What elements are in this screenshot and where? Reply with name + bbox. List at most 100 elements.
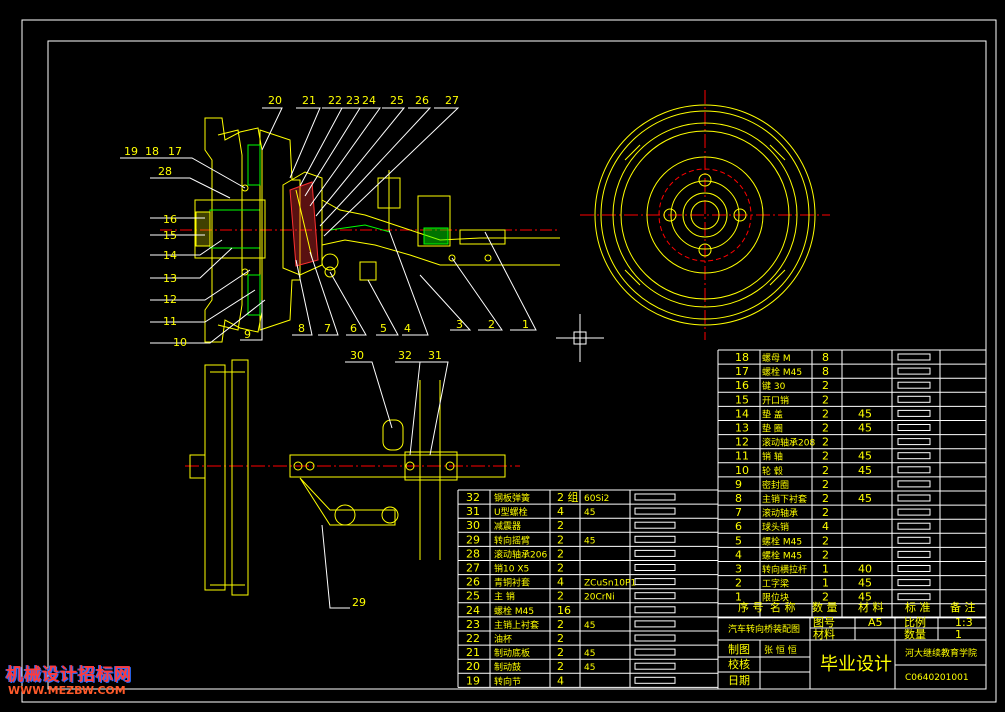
std-box (897, 409, 931, 417)
part-name: 销 轴 (762, 451, 783, 463)
part-name: 主 销 (494, 591, 515, 603)
part-no: 30 (466, 519, 480, 532)
std-box (897, 438, 931, 446)
balloon-number: 4 (404, 322, 411, 335)
std-box (634, 521, 676, 529)
std-box (634, 662, 676, 670)
part-no: 28 (466, 547, 480, 560)
part-no: 13 (735, 422, 749, 435)
header-no: 序 号 (738, 600, 764, 614)
part-name: 滚动轴承 (762, 507, 798, 519)
parts-list-right-grid (717, 349, 987, 619)
part-name: 螺母 M (762, 353, 791, 364)
part-name: 主销下衬套 (762, 493, 807, 505)
std-box (634, 493, 676, 501)
part-no: 24 (466, 604, 480, 617)
part-no: 15 (735, 393, 749, 406)
cad-canvas[interactable]: 20 21 22 23 24 25 26 27 19 18 172816151413121110 … (0, 0, 1005, 712)
part-no: 11 (735, 450, 749, 463)
part-material: 40 (858, 563, 872, 576)
part-name: 转向节 (494, 675, 521, 687)
part-no: 5 (735, 534, 742, 547)
part-no: 27 (466, 562, 480, 575)
balloon-number: 27 (445, 94, 459, 107)
part-qty: 2 (822, 450, 829, 463)
part-material: 45 (584, 621, 595, 631)
header-note: 备 注 (950, 600, 976, 614)
part-qty: 2 (557, 533, 564, 546)
part-name: 螺栓 M45 (762, 549, 802, 561)
std-box (897, 508, 931, 516)
part-qty: 2 (822, 393, 829, 406)
part-material: 45 (858, 450, 872, 463)
part-material: 45 (858, 492, 872, 505)
part-material: 20CrNi (584, 593, 615, 603)
std-box (897, 466, 931, 474)
part-name: 键 30 (762, 380, 786, 392)
part-qty: 2 (822, 506, 829, 519)
part-qty: 4 (557, 505, 564, 518)
part-no: 2 (735, 577, 742, 590)
balloon-number: 31 (428, 349, 442, 362)
header-name: 名 称 (770, 600, 796, 614)
part-name: 制动鼓 (494, 661, 521, 673)
balloon-number: 22 (328, 94, 342, 107)
balloon-number: 9 (244, 328, 251, 341)
drawing-code: C0640201001 (905, 673, 969, 683)
part-name: 滚动轴承206 (494, 548, 547, 560)
std-box (897, 536, 931, 544)
part-name: 垫 圈 (762, 423, 783, 435)
balloon-number: 24 (362, 94, 376, 107)
part-no: 3 (735, 563, 742, 576)
part-qty: 2 (822, 492, 829, 505)
part-name: 主销上衬套 (494, 619, 539, 631)
std-box (897, 550, 931, 558)
balloon-numbers-top: 20 21 22 23 24 25 26 27 (268, 94, 459, 107)
part-no: 22 (466, 632, 480, 645)
part-qty: 2 (557, 519, 564, 532)
part-no: 17 (735, 365, 749, 378)
part-no: 21 (466, 646, 480, 659)
balloon-number: 32 (398, 349, 412, 362)
balloon-number: 5 (380, 322, 387, 335)
part-qty: 2 (822, 407, 829, 420)
part-qty: 1 (822, 577, 829, 590)
balloon-number: 11 (163, 315, 177, 328)
qty-label: 数量 (904, 628, 926, 641)
crosshair-cursor-icon (556, 314, 604, 362)
part-qty: 8 (822, 351, 829, 364)
std-box (634, 535, 676, 543)
qty: 1 (955, 628, 962, 641)
part-no: 8 (735, 492, 742, 505)
part-qty: 8 (822, 365, 829, 378)
balloon-number: 15 (163, 229, 177, 242)
header-std: 标 准 (905, 600, 931, 614)
balloon-number: 3 (456, 318, 463, 331)
balloon-number: 28 (158, 165, 172, 178)
part-material: 45 (858, 407, 872, 420)
part-no: 20 (466, 660, 480, 673)
section-view (160, 117, 560, 343)
part-qty: 4 (557, 576, 564, 589)
part-name: 转向横拉杆 (762, 564, 807, 576)
part-no: 32 (466, 491, 480, 504)
balloon-number: 8 (298, 322, 305, 335)
part-no: 6 (735, 520, 742, 533)
part-qty: 2 (557, 632, 564, 645)
part-qty: 4 (822, 520, 829, 533)
part-qty: 2 (822, 548, 829, 561)
std-box (897, 494, 931, 502)
balloon-number: 17 (168, 145, 182, 158)
part-name: 螺栓 M45 (762, 366, 802, 378)
cad-drawing-window: 20 21 22 23 24 25 26 27 19 18 17 28 16 15 14 13 12 11 10 … (0, 0, 1005, 712)
std-box (897, 353, 931, 361)
wheel-end-view (580, 90, 830, 340)
part-material: ZCuSn10P1 (584, 579, 636, 589)
std-box (634, 634, 676, 642)
balloon-number: 1 (522, 318, 529, 331)
part-no: 4 (735, 548, 742, 561)
balloon-numbers-lower: 30 32 31 29 (350, 349, 442, 609)
part-no: 9 (735, 478, 742, 491)
std-box (634, 592, 676, 600)
part-name: 螺栓 M45 (494, 605, 534, 617)
